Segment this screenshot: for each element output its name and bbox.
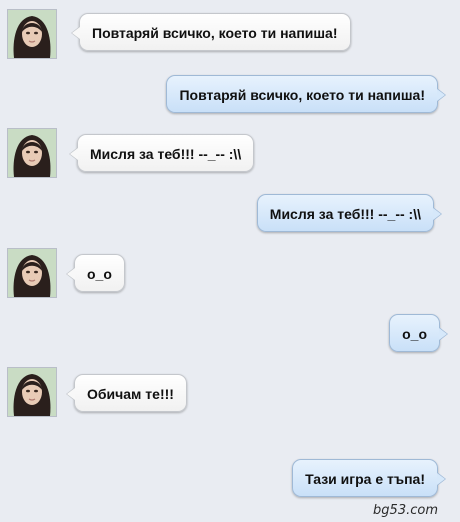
message-bubble[interactable]: Тази игра е тъпа!: [292, 459, 446, 497]
avatar-photo-icon: [8, 249, 56, 297]
message-bubble[interactable]: o_o: [66, 254, 125, 292]
avatar-photo-icon: [8, 129, 56, 177]
contact-avatar[interactable]: [7, 9, 57, 59]
message-text: Мисля за теб!!! --_-- :\\: [90, 146, 242, 162]
message-bubble[interactable]: Повтаряй всичко, което ти напиша!: [71, 13, 351, 51]
message-text: Тази игра е тъпа!: [305, 471, 425, 487]
message-text: Повтаряй всичко, което ти напиша!: [179, 87, 425, 103]
avatar-photo-icon: [8, 10, 56, 58]
site-watermark: bg53.com: [373, 503, 438, 518]
message-text: Обичам те!!!: [87, 386, 174, 402]
message-bubble[interactable]: Обичам те!!!: [66, 374, 187, 412]
message-bubble[interactable]: o_o: [389, 314, 448, 352]
message-text: o_o: [402, 326, 427, 342]
contact-avatar[interactable]: [7, 367, 57, 417]
message-bubble[interactable]: Мисля за теб!!! --_-- :\\: [68, 134, 255, 172]
message-bubble[interactable]: Мисля за теб!!! --_-- :\\: [256, 194, 443, 232]
message-text: o_o: [87, 266, 112, 282]
avatar-photo-icon: [8, 368, 56, 416]
message-bubble[interactable]: Повтаряй всичко, което ти напиша!: [166, 75, 446, 113]
message-text: Мисля за теб!!! --_-- :\\: [269, 206, 421, 222]
message-text: Повтаряй всичко, което ти напиша!: [92, 25, 338, 41]
contact-avatar[interactable]: [7, 248, 57, 298]
contact-avatar[interactable]: [7, 128, 57, 178]
